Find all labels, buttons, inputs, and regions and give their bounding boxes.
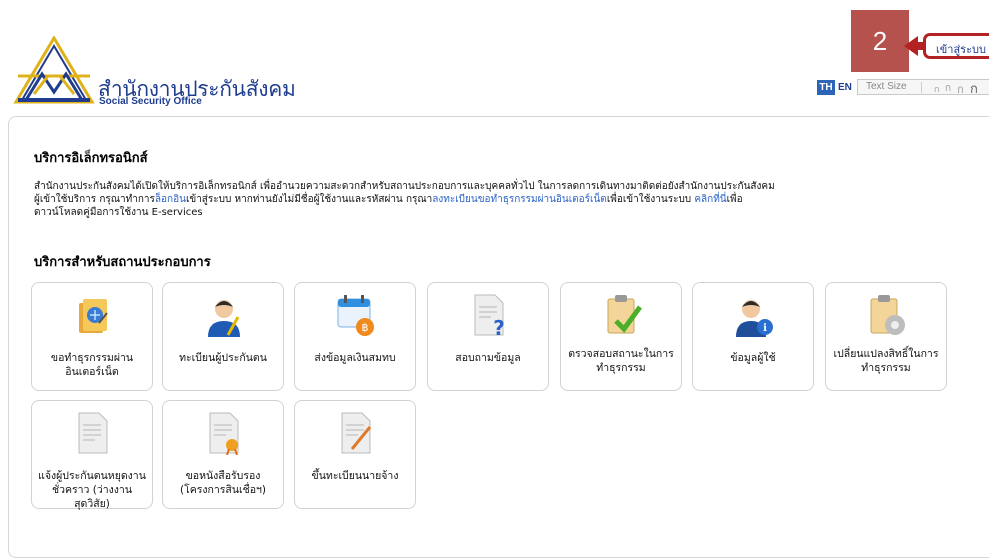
tile-transaction-status[interactable]: ตรวจสอบสถานะในการทำธุรกรรม — [560, 282, 682, 391]
svg-text:?: ? — [493, 316, 505, 337]
document-icon — [78, 412, 108, 454]
tile-internet-transaction[interactable]: ขอทำธุรกรรมผ่านอินเตอร์เน็ต — [31, 282, 153, 391]
clipboard-gear-icon — [870, 295, 905, 335]
user-info-icon: i — [736, 300, 773, 337]
text-size-control: Text Size ก ก ก ก — [857, 79, 989, 98]
folder-book-icon — [79, 299, 108, 333]
tile-temporary-unemployment[interactable]: แจ้งผู้ประกันตนหยุดงานชั่วคราว (ว่างงานส… — [31, 400, 153, 510]
lang-thai-button[interactable]: TH — [817, 80, 835, 95]
intro-text: สำนักงานประกันสังคมได้เปิดให้บริการอิเล็… — [34, 180, 984, 219]
intro-line-1: สำนักงานประกันสังคมได้เปิดให้บริการอิเล็… — [34, 181, 775, 192]
intro-text-segment: ผู้เข้าใช้บริการ กรุณาทำการ — [34, 194, 155, 205]
tile-label: ตรวจสอบสถานะในการทำธุรกรรม — [568, 348, 674, 374]
text-size-large-button[interactable]: ก — [957, 80, 964, 98]
tile-request-certificate[interactable]: ขอหนังสือรับรอง (โครงการสินเชื่อฯ) — [162, 400, 284, 509]
text-size-small-button[interactable]: ก — [934, 82, 939, 96]
page-title: บริการอิเล็กทรอนิกส์ — [34, 151, 148, 166]
intro-text-segment: เพื่อเข้าใช้งานระบบ — [606, 194, 695, 205]
clipboard-check-icon — [607, 295, 642, 334]
register-link[interactable]: ลงทะเบียนขอทำธุรกรรมผ่านอินเตอร์เน็ต — [432, 194, 607, 205]
document-pencil-icon — [341, 412, 372, 454]
tile-change-permissions[interactable]: เปลี่ยนแปลงสิทธิ์ในการทำธุรกรรม — [825, 282, 947, 391]
text-size-xlarge-button[interactable]: ก — [970, 78, 978, 99]
text-size-medium-button[interactable]: ก — [945, 81, 951, 96]
brand-name-english: Social Security Office — [99, 96, 202, 107]
tile-label: ขอทำธุรกรรมผ่านอินเตอร์เน็ต — [50, 352, 134, 378]
intro-line-3: ดาวน์โหลดคู่มือการใช้งาน E-services — [34, 207, 203, 218]
certificate-document-icon — [209, 412, 239, 455]
tile-label: ขอหนังสือรับรอง (โครงการสินเชื่อฯ) — [179, 470, 267, 496]
tile-label: สอบถามข้อมูล — [455, 352, 521, 364]
login-link[interactable]: เข้าสู่ระบบ — [923, 33, 989, 59]
tile-insured-registration[interactable]: ทะเบียนผู้ประกันตน — [162, 282, 284, 391]
intro-text-segment: เพื่อ — [726, 194, 743, 205]
tile-label: ข้อมูลผู้ใช้ — [730, 352, 776, 364]
section-heading: บริการสำหรับสถานประกอบการ — [34, 255, 211, 270]
svg-text:฿: ฿ — [362, 321, 369, 334]
tile-label: ส่งข้อมูลเงินสมทบ — [314, 352, 396, 364]
calendar-baht-icon: ฿ — [337, 295, 374, 336]
tile-label: ทะเบียนผู้ประกันตน — [179, 352, 267, 364]
tile-label: ขึ้นทะเบียนนายจ้าง — [311, 470, 399, 482]
tile-inquiry[interactable]: ? สอบถามข้อมูล — [427, 282, 549, 391]
person-pen-icon — [208, 300, 240, 337]
tile-user-info[interactable]: i ข้อมูลผู้ใช้ — [692, 282, 814, 391]
tile-employer-registration[interactable]: ขึ้นทะเบียนนายจ้าง — [294, 400, 416, 509]
document-question-icon: ? — [474, 294, 505, 337]
lang-english-button[interactable]: EN — [838, 80, 852, 95]
intro-text-segment: เข้าสู่ระบบ หากท่านยังไม่มีชื่อผู้ใช้งาน… — [185, 194, 433, 205]
divider — [921, 82, 922, 93]
tile-submit-contribution[interactable]: ฿ ส่งข้อมูลเงินสมทบ — [294, 282, 416, 391]
step-number-badge: 2 — [851, 10, 909, 72]
svg-text:i: i — [763, 323, 767, 334]
sso-logo — [13, 36, 95, 104]
login-inline-link[interactable]: ล็อกอิน — [155, 194, 186, 205]
tile-label: แจ้งผู้ประกันตนหยุดงานชั่วคราว (ว่างงานส… — [38, 470, 146, 510]
tile-label: เปลี่ยนแปลงสิทธิ์ในการทำธุรกรรม — [833, 348, 939, 374]
text-size-label: Text Size — [866, 81, 907, 92]
click-here-link[interactable]: คลิกที่นี่ — [694, 194, 726, 205]
